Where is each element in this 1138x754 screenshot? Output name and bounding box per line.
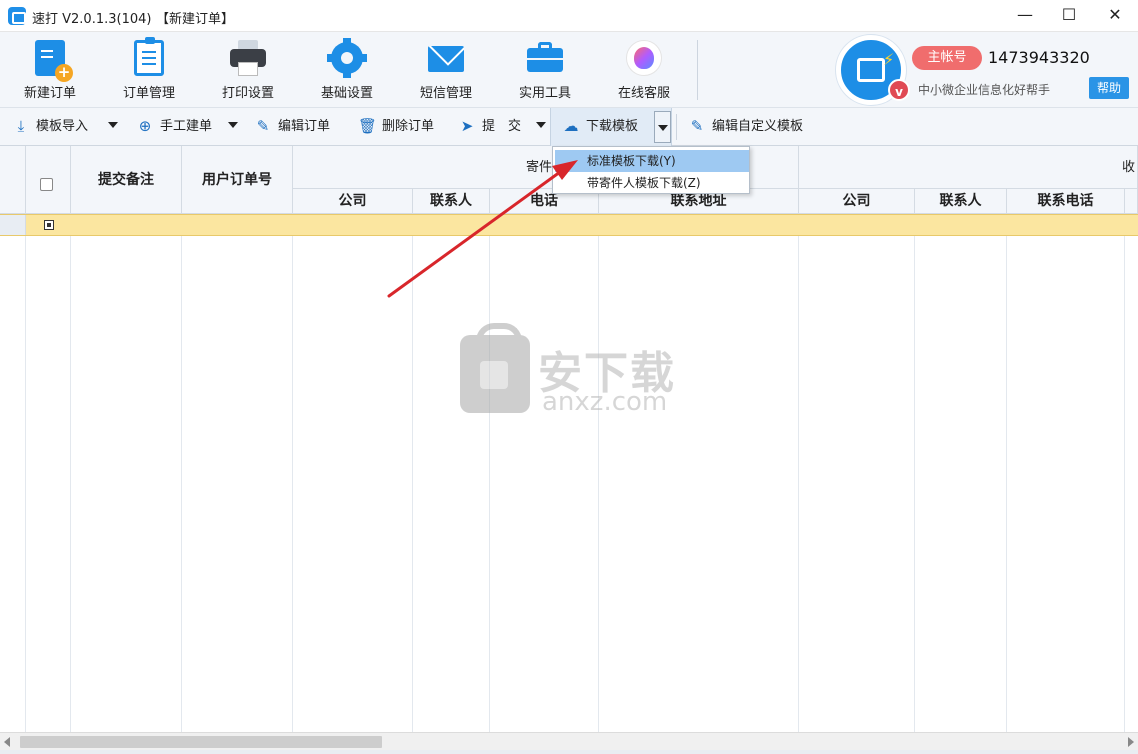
gear-icon [327,38,367,78]
order-management-label: 订单管理 [122,86,175,101]
column-divider [292,236,293,732]
utility-tools-button[interactable]: 实用工具 [505,38,585,101]
column-divider [598,236,599,732]
manual-order-button[interactable]: ⊕ 手工建单 [136,116,212,138]
user-order-no-header[interactable]: 用户订单号 [182,146,293,214]
printer-icon [230,40,266,76]
paper-plane-icon: ➤ [460,116,474,135]
scroll-right-icon[interactable] [1128,737,1134,747]
status-bar [0,750,1138,754]
select-all-checkbox[interactable] [40,178,53,191]
row-indicator-icon [44,220,54,230]
row-header [0,215,26,235]
sms-management-label: 短信管理 [419,86,472,101]
utility-tools-label: 实用工具 [518,86,571,101]
trash-icon: 🗑 [358,116,378,135]
sub-toolbar-divider [676,114,677,140]
help-button[interactable]: 帮助 [1089,77,1129,99]
column-divider [412,236,413,732]
submit-dropdown-caret[interactable] [536,122,546,128]
watermark: 安下载 anxz.com [460,323,690,425]
column-divider [1124,236,1125,732]
slogan-text: 中小微企业信息化好帮手 [918,83,1051,97]
basic-settings-button[interactable]: 基础设置 [307,38,387,101]
import-template-label: 模板导入 [36,119,89,134]
sender-company-header[interactable]: 公司 [293,189,413,214]
import-template-dropdown-caret[interactable] [108,122,118,128]
watermark-en: anxz.com [542,387,668,417]
scrollbar-thumb[interactable] [20,736,382,748]
download-template-menu: 标准模板下载(Y) 带寄件人模板下载(Z) [552,146,750,194]
clipboard-icon [134,37,164,76]
customer-service-icon [626,40,662,76]
document-title: 【新建订单】 [156,12,235,27]
horizontal-scrollbar[interactable] [0,732,1138,750]
sender-template-download-item[interactable]: 带寄件人模板下载(Z) [555,172,749,194]
download-template-label: 下载模板 [586,119,639,134]
close-button[interactable]: ✕ [1092,0,1138,32]
edit-custom-template-label: 编辑自定义模板 [712,119,804,134]
delete-order-button[interactable]: 🗑 删除订单 [358,116,434,138]
sender-contact-header[interactable]: 联系人 [413,189,490,214]
pencil-icon: ✎ [256,116,270,135]
vip-badge: v [888,79,910,101]
order-grid: 提交备注 用户订单号 寄件人 收 公司 联系人 电话 联系地址 公司 联系人 联… [0,146,1138,732]
receiver-company-header[interactable]: 公司 [799,189,915,214]
column-divider [489,236,490,732]
download-arrow-icon: ⤓ [17,116,25,135]
import-template-button[interactable]: ⤓ 模板导入 [12,116,88,138]
new-order-button[interactable]: 新建订单 [10,38,90,101]
plus-circle-icon: ⊕ [138,116,152,135]
toolbar-divider [697,40,698,100]
basic-settings-label: 基础设置 [320,86,373,101]
delete-order-label: 删除订单 [382,119,435,134]
online-service-label: 在线客服 [617,86,670,101]
column-divider [1006,236,1007,732]
table-row[interactable] [0,214,1138,236]
new-order-label: 新建订单 [23,86,76,101]
toolbox-icon [527,40,563,76]
title-bar: 速打 V2.0.1.3(104) 【新建订单】 — ☐ ✕ [0,0,1138,32]
receiver-contact-header[interactable]: 联系人 [915,189,1007,214]
minimize-button[interactable]: — [1002,0,1048,32]
shopping-bag-icon [460,323,530,413]
print-settings-label: 打印设置 [221,86,274,101]
edit-square-icon: ✎ [690,116,704,135]
window-title: 速打 V2.0.1.3(104) [32,12,152,27]
submit-button[interactable]: ➤ 提 交 [458,116,521,138]
standard-template-download-item[interactable]: 标准模板下载(Y) [555,150,749,172]
app-logo-icon [8,7,26,25]
new-order-icon [35,40,73,82]
edit-order-button[interactable]: ✎ 编辑订单 [254,116,330,138]
row-header-corner [0,146,26,214]
edit-custom-template-button[interactable]: ✎ 编辑自定义模板 [688,116,803,138]
order-management-button[interactable]: 订单管理 [109,37,189,101]
column-divider [181,236,182,732]
maximize-button[interactable]: ☐ [1046,0,1092,32]
lightning-icon: ⚡ [883,50,895,69]
download-template-dropdown-button[interactable] [654,111,671,143]
column-divider [25,236,26,732]
column-divider [914,236,915,732]
edit-order-label: 编辑订单 [278,119,331,134]
manual-order-dropdown-caret[interactable] [228,122,238,128]
online-service-button[interactable]: 在线客服 [604,38,684,101]
extra-column-header [1125,189,1138,214]
print-settings-button[interactable]: 打印设置 [208,38,288,101]
column-divider [798,236,799,732]
sms-management-button[interactable]: 短信管理 [406,38,486,101]
printer-logo-icon [857,58,885,82]
column-divider [70,236,71,732]
receiver-phone-header[interactable]: 联系电话 [1007,189,1125,214]
submit-label: 提 交 [482,119,522,134]
main-account-badge: 主帐号 [912,46,982,70]
receiver-group-header: 收 [799,146,1138,189]
mail-icon [428,40,464,76]
cloud-download-icon: ☁ [563,116,579,135]
submit-note-header[interactable]: 提交备注 [71,146,182,214]
manual-order-label: 手工建单 [160,119,213,134]
scroll-left-icon[interactable] [4,737,10,747]
download-template-button[interactable]: ☁ 下载模板 [562,116,639,138]
account-number: 1473943320 [988,48,1090,67]
